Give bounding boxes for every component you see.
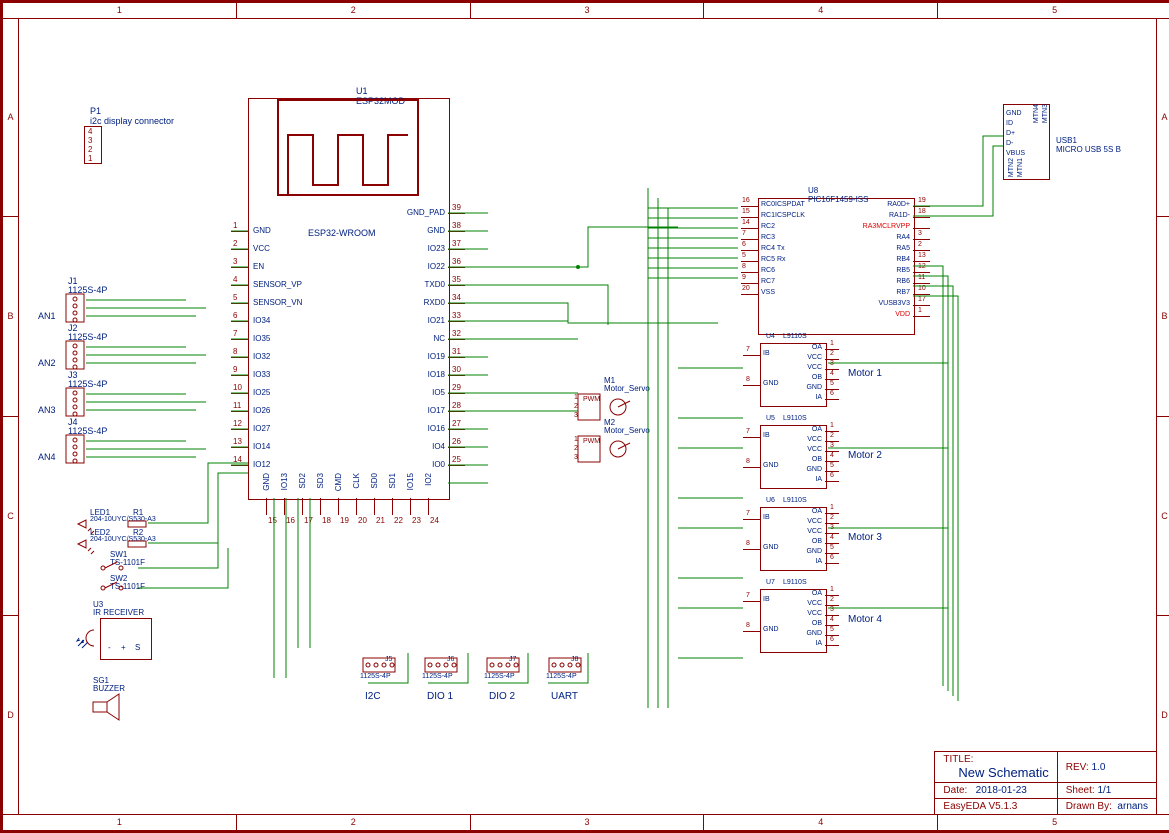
title-block: TITLE:New SchematicREV: 1.0 Date: 2018-0… (934, 751, 1157, 815)
schematic-canvas[interactable]: P1 i2c display connector 4 3 2 1 J1 1125… (18, 18, 1157, 815)
ruler-left: ABCD (3, 18, 19, 815)
ruler-top: 12345 (3, 3, 1169, 19)
wires (18, 18, 1158, 818)
schematic-frame: 12345 12345 ABCD ABCD P1 i2c display con… (0, 0, 1169, 833)
